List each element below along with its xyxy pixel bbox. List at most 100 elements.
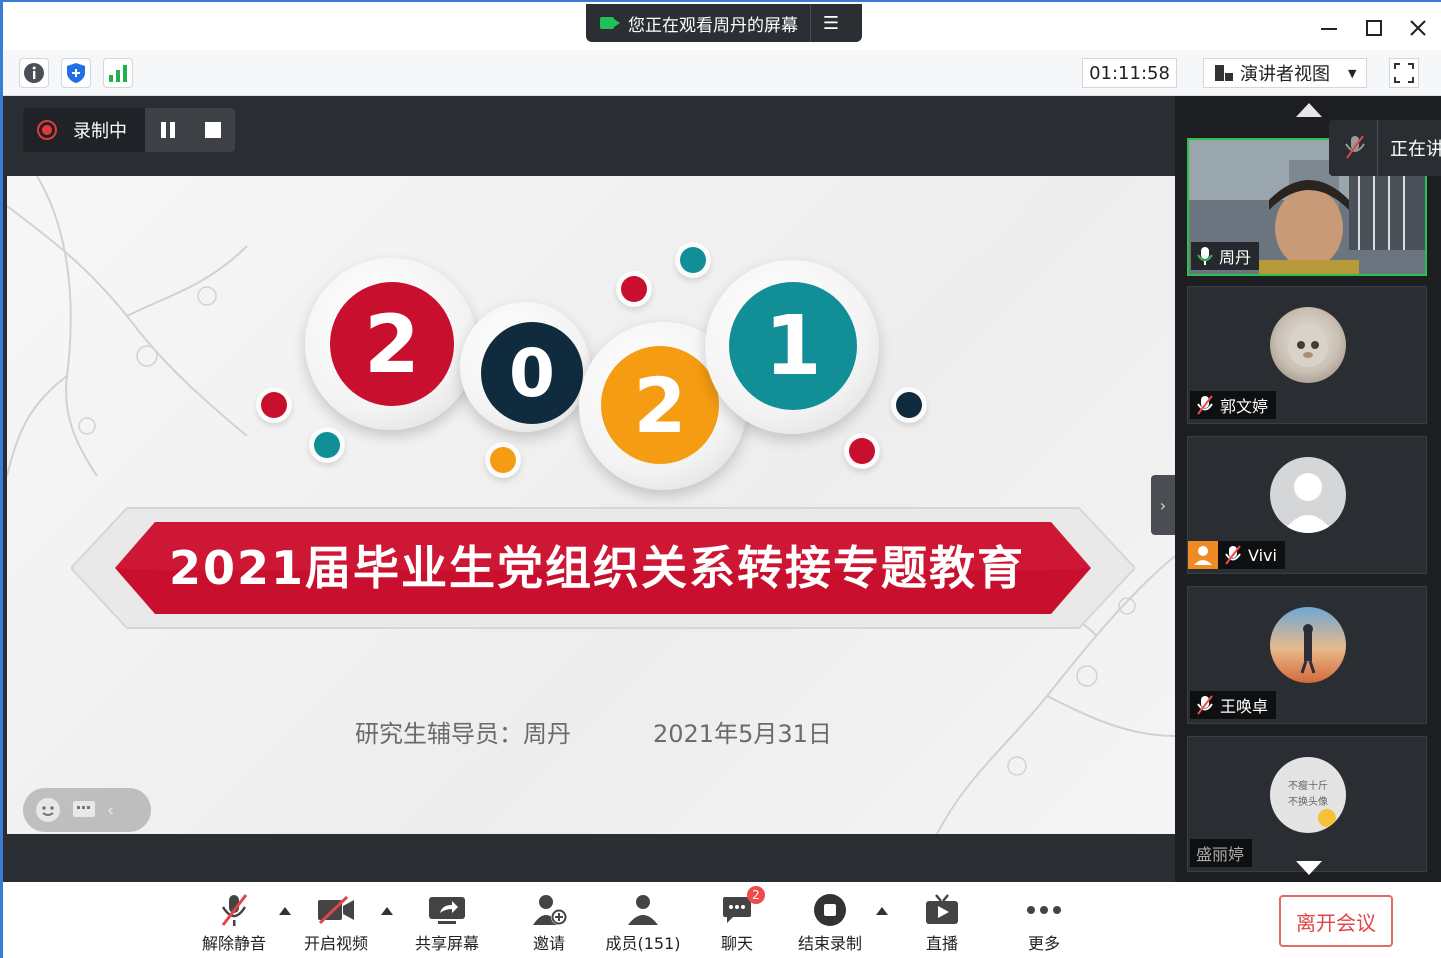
- members-label: 成员(151): [605, 934, 681, 953]
- live-stream-button[interactable]: 直播: [897, 890, 987, 954]
- decor-bubble: [896, 392, 922, 418]
- presentation-slide: 2 0 2 1 2021届毕业生党组织关系转接专题教育 研究生辅导员：周丹 20…: [7, 176, 1175, 834]
- decor-bubble: [849, 438, 875, 464]
- slide-title: 2021届毕业生党组织关系转接专题教育: [168, 541, 1026, 595]
- default-avatar-icon: [1270, 457, 1346, 533]
- members-button[interactable]: 成员(151): [598, 890, 688, 954]
- chat-label: 聊天: [720, 934, 753, 953]
- recording-options-caret[interactable]: [875, 904, 889, 918]
- digit-1: 1: [729, 282, 857, 410]
- recording-dot-icon: [37, 120, 57, 140]
- decor-bubble: [680, 247, 706, 273]
- slide-presenter: 研究生辅导员：周丹: [355, 720, 571, 748]
- start-video-button[interactable]: 开启视频: [291, 890, 381, 954]
- layout-icon: [1215, 65, 1233, 81]
- members-icon: [628, 895, 658, 925]
- participant-name: 郭文婷: [1220, 397, 1269, 416]
- more-label: 更多: [1027, 934, 1060, 953]
- maximize-button[interactable]: [1354, 10, 1394, 46]
- unmute-button[interactable]: 解除静音: [189, 890, 279, 954]
- slide-date: 2021年5月31日: [653, 720, 832, 748]
- decor-bubble: [490, 447, 516, 473]
- microphone-muted-icon: [1225, 545, 1241, 565]
- microphone-active-icon: [1197, 247, 1213, 265]
- pause-icon[interactable]: [158, 120, 178, 140]
- decor-bubble: [314, 432, 340, 458]
- minimize-button[interactable]: [1309, 10, 1349, 46]
- fullscreen-button[interactable]: [1389, 58, 1419, 88]
- scroll-up-icon[interactable]: [1295, 102, 1323, 118]
- leave-meeting-button[interactable]: 离开会议: [1279, 895, 1393, 947]
- participant-name: 周丹: [1219, 248, 1252, 267]
- view-mode-dropdown[interactable]: 演讲者视图 ▼: [1203, 58, 1367, 88]
- more-button[interactable]: 更多: [999, 890, 1089, 954]
- microphone-muted-icon: [221, 894, 248, 926]
- live-label: 直播: [925, 934, 958, 953]
- avatar: [1270, 607, 1346, 683]
- scroll-down-icon[interactable]: [1295, 860, 1323, 876]
- meeting-info-button[interactable]: [19, 58, 49, 88]
- unmute-label: 解除静音: [201, 934, 266, 953]
- title-bar: 您正在观看周丹的屏幕 ☰: [3, 2, 1441, 50]
- stop-record-icon: [814, 894, 846, 926]
- fullscreen-icon: [1394, 63, 1414, 83]
- live-tv-icon: [926, 894, 958, 924]
- participant-tile[interactable]: Vivi: [1187, 436, 1427, 574]
- smiley-icon: [1318, 809, 1336, 827]
- danmaku-icon[interactable]: [71, 797, 97, 823]
- participant-nametag: 郭文婷: [1190, 391, 1277, 419]
- info-icon: [24, 63, 44, 83]
- share-screen-button[interactable]: 共享屏幕: [402, 890, 492, 954]
- decor-bubble: [621, 276, 647, 302]
- emoji-icon[interactable]: [35, 797, 61, 823]
- minimize-icon: [1321, 28, 1337, 30]
- network-status-button[interactable]: [103, 58, 133, 88]
- microphone-muted-icon: [1345, 135, 1365, 159]
- avatar-text: 不瘦十斤: [1288, 781, 1328, 792]
- close-button[interactable]: [1398, 10, 1438, 46]
- stop-recording-button[interactable]: 结束录制: [785, 890, 875, 954]
- security-button[interactable]: [61, 58, 91, 88]
- chevron-down-icon: ▼: [1348, 66, 1357, 80]
- meeting-window: 您正在观看周丹的屏幕 ☰ 01:11:58 演讲者视图 ▼ 录制中 2 0 2 …: [0, 0, 1441, 958]
- recording-label: 录制中: [73, 121, 127, 142]
- participant-tile[interactable]: 郭文婷: [1187, 286, 1427, 424]
- shared-screen-stage: 录制中 2 0 2 1 2021届毕业生党组织关系转接专题教育 研究生辅导员：周…: [3, 96, 1175, 882]
- avatar: 不瘦十斤 不换头像: [1270, 757, 1346, 833]
- participant-name: 盛丽婷: [1196, 845, 1245, 864]
- participant-name: 王唤卓: [1220, 697, 1269, 716]
- share-screen-label: 共享屏幕: [414, 934, 479, 953]
- invite-label: 邀请: [532, 934, 565, 953]
- video-camera-icon: [600, 17, 620, 29]
- stop-icon[interactable]: [203, 120, 223, 140]
- share-banner-text: 您正在观看周丹的屏幕: [628, 15, 798, 36]
- close-icon: [1410, 20, 1426, 36]
- share-screen-icon: [429, 897, 465, 924]
- avatar-text: 不换头像: [1288, 797, 1328, 808]
- video-options-caret[interactable]: [380, 904, 394, 918]
- chevron-left-icon[interactable]: ‹: [107, 800, 114, 821]
- participant-nametag: 王唤卓: [1190, 691, 1277, 719]
- participant-name: Vivi: [1248, 545, 1277, 565]
- screen-share-banner[interactable]: 您正在观看周丹的屏幕 ☰: [586, 4, 862, 42]
- video-off-icon: [318, 896, 354, 924]
- chat-button[interactable]: 2 聊天: [692, 886, 782, 954]
- caret-up-icon: [381, 907, 393, 915]
- recording-controls: [145, 108, 235, 152]
- digit-0: 0: [481, 322, 583, 424]
- panel-collapse-toggle[interactable]: ›: [1151, 475, 1175, 535]
- invite-user-icon: [533, 895, 567, 925]
- menu-icon[interactable]: ☰: [811, 13, 851, 34]
- participant-nametag: 周丹: [1191, 242, 1260, 270]
- participant-panel: 周丹 郭文婷 Vivi 王唤卓 不瘦十斤 不换头像 盛丽婷: [1175, 96, 1441, 882]
- participant-tile[interactable]: 不瘦十斤 不换头像 盛丽婷: [1187, 736, 1427, 872]
- audio-options-caret[interactable]: [278, 904, 292, 918]
- invite-button[interactable]: 邀请: [504, 890, 594, 954]
- participant-nametag: 盛丽婷: [1190, 839, 1253, 867]
- microphone-muted-icon: [1197, 695, 1213, 715]
- info-bar: 01:11:58 演讲者视图 ▼: [3, 50, 1441, 96]
- digit-2-first: 2: [330, 282, 454, 406]
- maximize-icon: [1366, 20, 1382, 36]
- participant-tile[interactable]: 王唤卓: [1187, 586, 1427, 724]
- caret-up-icon: [279, 907, 291, 915]
